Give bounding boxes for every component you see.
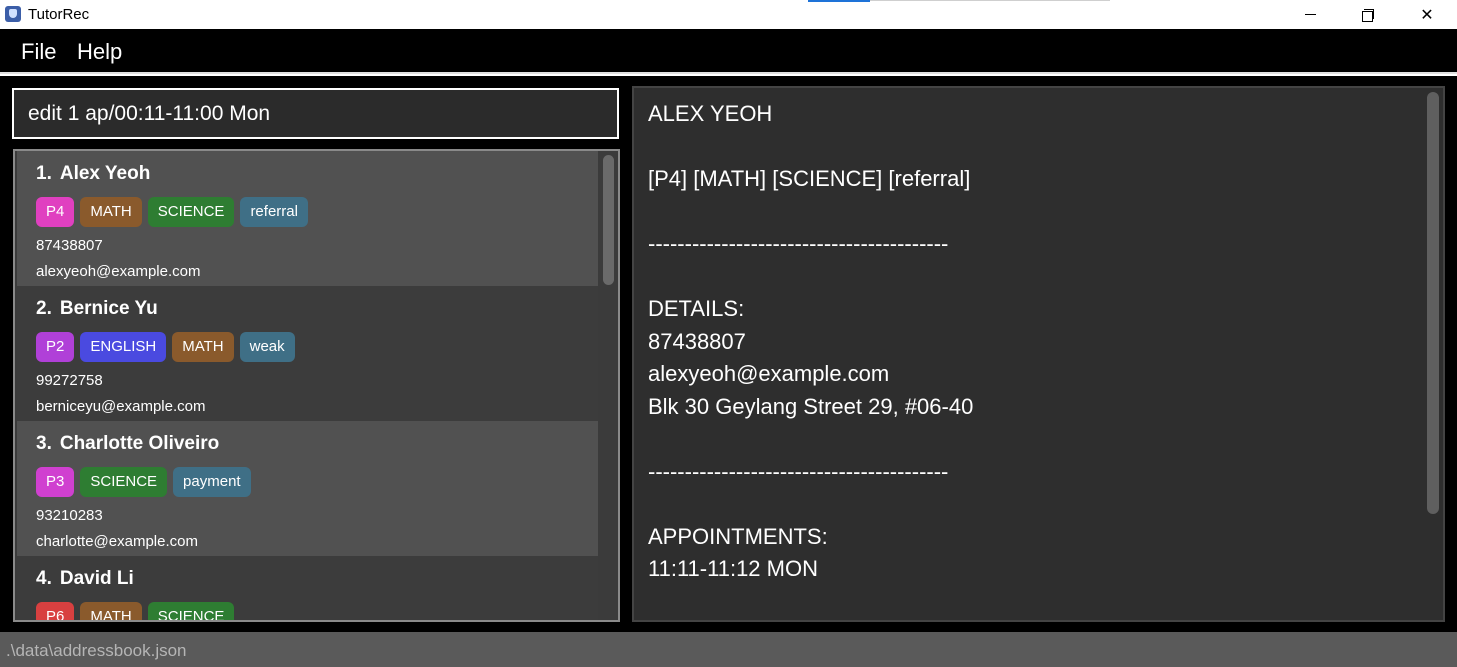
person-card[interactable]: 2. Bernice Yu P2 ENGLISH MATH weak 992727…	[17, 286, 598, 421]
tag: P6	[36, 602, 75, 620]
detail-text: ALEX YEOH [P4] [MATH] [SCIENCE] [referra…	[648, 98, 1418, 586]
tag: MATH	[80, 197, 142, 227]
person-name-text: Charlotte Oliveiro	[59, 433, 220, 454]
app-icon	[5, 6, 21, 22]
tag: SCIENCE	[147, 197, 235, 227]
tag: referral	[240, 197, 308, 227]
tag-list: P4 MATH SCIENCE referral	[36, 197, 598, 228]
detail-email: alexyeoh@example.com	[648, 361, 890, 386]
status-bar: .\data\addressbook.json	[0, 632, 1457, 667]
restore-icon	[1362, 8, 1374, 22]
tag-list: P6 MATH SCIENCE	[36, 602, 598, 620]
person-email: alexyeoh@example.com	[36, 263, 201, 280]
person-index: 3.	[36, 433, 52, 454]
title-accent-line	[808, 0, 870, 2]
person-name-text: Bernice Yu	[59, 298, 158, 319]
menu-file[interactable]: File	[21, 39, 56, 65]
menu-bar: File Help	[0, 29, 1457, 74]
person-card[interactable]: 3. Charlotte Oliveiro P3 SCIENCE payment …	[17, 421, 598, 556]
details-header: DETAILS:	[648, 296, 745, 321]
minimize-button[interactable]	[1281, 0, 1339, 29]
detail-name: ALEX YEOH	[648, 101, 773, 126]
restore-button[interactable]	[1339, 0, 1397, 29]
close-button[interactable]: ✕	[1398, 0, 1456, 29]
person-name: 4. David Li	[36, 568, 598, 590]
person-name: 2. Bernice Yu	[36, 298, 598, 320]
tag: weak	[239, 332, 295, 362]
title-divider-line	[870, 0, 1110, 1]
window-title: TutorRec	[28, 6, 90, 23]
tag: MATH	[80, 602, 142, 620]
detail-divider: ----------------------------------------…	[648, 458, 949, 484]
person-card[interactable]: 4. David Li P6 MATH SCIENCE	[17, 556, 598, 620]
minimize-icon	[1304, 14, 1316, 15]
tag-list: P2 ENGLISH MATH weak	[36, 332, 598, 363]
person-name-text: Alex Yeoh	[59, 163, 151, 184]
detail-scrollbar-thumb[interactable]	[1427, 92, 1439, 514]
appointments-header: APPOINTMENTS:	[648, 523, 828, 549]
menu-help[interactable]: Help	[77, 39, 122, 65]
command-input[interactable]: edit 1 ap/00:11-11:00 Mon	[12, 88, 619, 139]
person-name-text: David Li	[59, 568, 134, 589]
save-location: .\data\addressbook.json	[6, 641, 187, 660]
main-area: edit 1 ap/00:11-11:00 Mon 1. Alex Yeoh P4…	[0, 76, 1457, 632]
person-index: 2.	[36, 298, 52, 319]
tag: payment	[173, 467, 251, 497]
list-scrollbar[interactable]	[600, 151, 618, 620]
person-index: 4.	[36, 568, 52, 589]
person-phone: 99272758	[36, 372, 103, 389]
person-index: 1.	[36, 163, 52, 184]
person-detail-panel: ALEX YEOH [P4] [MATH] [SCIENCE] [referra…	[632, 86, 1445, 622]
person-phone: 87438807	[36, 237, 103, 254]
person-name: 1. Alex Yeoh	[36, 163, 598, 185]
person-email: charlotte@example.com	[36, 533, 198, 550]
tag: P3	[36, 467, 75, 497]
person-name: 3. Charlotte Oliveiro	[36, 433, 598, 455]
person-phone: 93210283	[36, 507, 103, 524]
tag: SCIENCE	[147, 602, 235, 620]
list-scrollbar-thumb[interactable]	[603, 155, 614, 285]
tag: ENGLISH	[80, 332, 167, 362]
detail-divider: ----------------------------------------…	[648, 231, 949, 256]
person-email: berniceyu@example.com	[36, 398, 206, 415]
detail-scrollbar[interactable]	[1423, 88, 1443, 620]
appointment-item: 11:11-11:12 MON	[648, 556, 818, 581]
tag-list: P3 SCIENCE payment	[36, 467, 598, 498]
person-card[interactable]: 1. Alex Yeoh P4 MATH SCIENCE referral 874…	[17, 151, 598, 286]
tag: SCIENCE	[80, 467, 168, 497]
person-list[interactable]: 1. Alex Yeoh P4 MATH SCIENCE referral 874…	[13, 149, 620, 622]
detail-phone: 87438807	[648, 328, 746, 354]
tag: MATH	[172, 332, 234, 362]
detail-tags: [P4] [MATH] [SCIENCE] [referral]	[648, 166, 971, 191]
tag: P2	[36, 332, 75, 362]
detail-address: Blk 30 Geylang Street 29, #06-40	[648, 393, 974, 419]
close-icon: ✕	[1420, 5, 1434, 24]
title-bar: TutorRec ✕	[0, 0, 1457, 29]
tag: P4	[36, 197, 75, 227]
